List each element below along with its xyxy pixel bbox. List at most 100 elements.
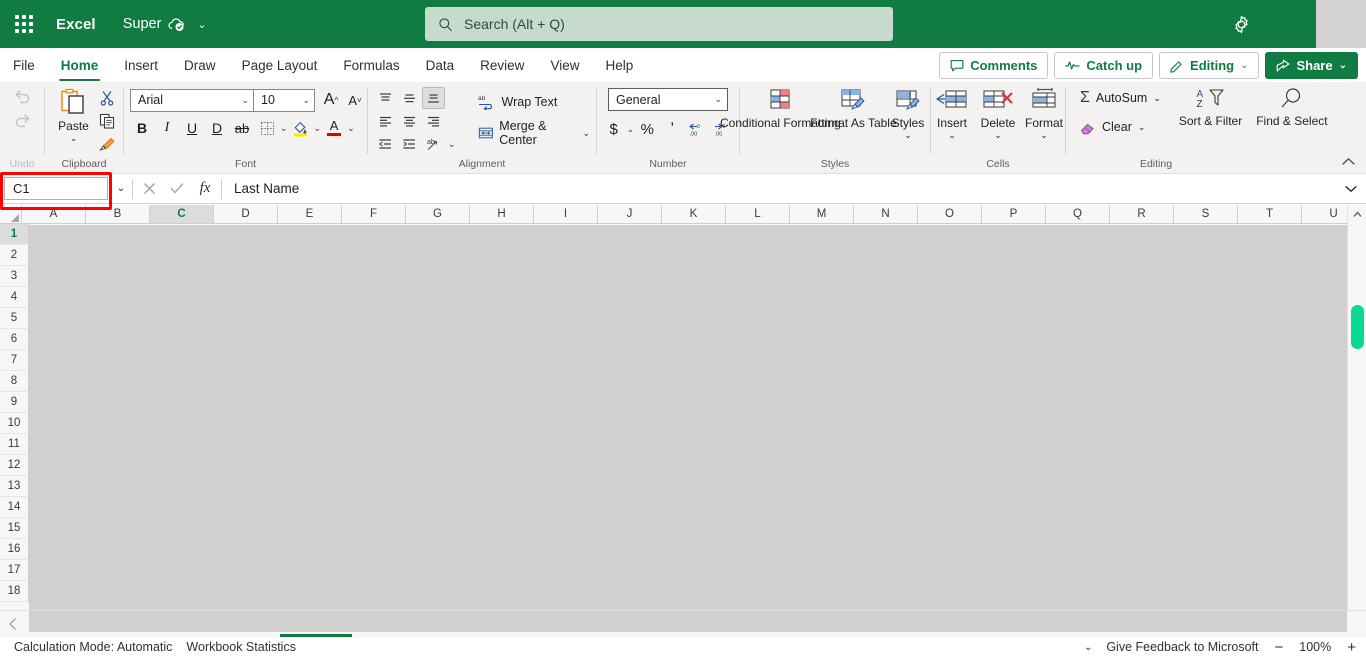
- increase-indent-button[interactable]: [398, 133, 421, 155]
- autosum-button[interactable]: Σ AutoSum ⌄: [1074, 85, 1167, 111]
- copy-button[interactable]: [96, 110, 119, 132]
- column-header-c[interactable]: C: [150, 205, 214, 224]
- bold-button[interactable]: B: [130, 116, 154, 140]
- settings-button[interactable]: [1216, 0, 1266, 48]
- tab-insert[interactable]: Insert: [111, 48, 171, 82]
- zoom-in-button[interactable]: +: [1345, 639, 1358, 656]
- search-input[interactable]: Search (Alt + Q): [425, 7, 893, 41]
- redo-button[interactable]: [11, 109, 34, 131]
- cell-styles-button[interactable]: Styles ⌄: [886, 86, 930, 140]
- column-header-n[interactable]: N: [854, 205, 918, 224]
- column-header-m[interactable]: M: [790, 205, 854, 224]
- name-box-chevron-down-icon[interactable]: ⌄: [112, 183, 130, 194]
- confirm-edit-button[interactable]: [163, 176, 191, 202]
- column-header-p[interactable]: P: [982, 205, 1046, 224]
- feedback-button[interactable]: Give Feedback to Microsoft: [1106, 640, 1258, 654]
- font-size-select[interactable]: 10 ⌄: [253, 88, 315, 112]
- align-bottom-button[interactable]: [422, 87, 445, 109]
- merge-center-button[interactable]: Merge & Center ⌄: [472, 119, 596, 147]
- tab-view[interactable]: View: [537, 48, 592, 82]
- currency-format-button[interactable]: $: [602, 117, 626, 141]
- row-header-16[interactable]: 16: [0, 539, 29, 560]
- row-header-10[interactable]: 10: [0, 413, 29, 434]
- font-color-chevron-down-icon[interactable]: ⌄: [347, 123, 355, 134]
- row-header-17[interactable]: 17: [0, 560, 29, 581]
- row-header-7[interactable]: 7: [0, 350, 29, 371]
- tab-file[interactable]: File: [0, 48, 48, 82]
- column-header-l[interactable]: L: [726, 205, 790, 224]
- row-header-15[interactable]: 15: [0, 518, 29, 539]
- tab-data[interactable]: Data: [413, 48, 468, 82]
- column-header-e[interactable]: E: [278, 205, 342, 224]
- cut-button[interactable]: [96, 87, 119, 109]
- fill-color-button[interactable]: [289, 116, 313, 140]
- row-header-8[interactable]: 8: [0, 371, 29, 392]
- comments-button[interactable]: Comments: [939, 52, 1049, 79]
- currency-chevron-down-icon[interactable]: ⌄: [627, 124, 635, 135]
- cancel-edit-button[interactable]: [135, 176, 163, 202]
- column-header-b[interactable]: B: [86, 205, 150, 224]
- workbook-statistics-button[interactable]: Workbook Statistics: [172, 640, 296, 654]
- row-header-6[interactable]: 6: [0, 329, 29, 350]
- row-header-3[interactable]: 3: [0, 266, 29, 287]
- double-underline-button[interactable]: D: [205, 116, 229, 140]
- column-header-j[interactable]: J: [598, 205, 662, 224]
- italic-button[interactable]: I: [155, 116, 179, 140]
- editing-button[interactable]: Editing ⌄: [1159, 52, 1260, 79]
- orientation-chevron-down-icon[interactable]: ⌄: [448, 139, 456, 150]
- conditional-formatting-button[interactable]: Conditional Formatting: [720, 86, 841, 130]
- status-chevron-down-icon[interactable]: ⌄: [1084, 642, 1092, 653]
- number-format-select[interactable]: General ⌄: [608, 88, 728, 111]
- row-header-1[interactable]: 1: [0, 224, 29, 245]
- row-header-9[interactable]: 9: [0, 392, 29, 413]
- delete-cells-button[interactable]: Delete ⌄: [976, 86, 1020, 140]
- zoom-level-label[interactable]: 100%: [1299, 640, 1331, 654]
- borders-chevron-down-icon[interactable]: ⌄: [280, 123, 288, 134]
- column-header-i[interactable]: I: [534, 205, 598, 224]
- column-header-g[interactable]: G: [406, 205, 470, 224]
- align-left-button[interactable]: [374, 110, 397, 132]
- scroll-up-button[interactable]: [1348, 205, 1366, 224]
- wrap-text-button[interactable]: ab Wrap Text: [472, 89, 596, 115]
- tab-draw[interactable]: Draw: [171, 48, 229, 82]
- row-header-14[interactable]: 14: [0, 497, 29, 518]
- column-header-r[interactable]: R: [1110, 205, 1174, 224]
- format-as-table-button[interactable]: Format As Table: [810, 86, 897, 130]
- grow-font-button[interactable]: A ^: [319, 88, 343, 112]
- column-header-k[interactable]: K: [662, 205, 726, 224]
- decrease-indent-button[interactable]: [374, 133, 397, 155]
- tab-home[interactable]: Home: [48, 48, 112, 82]
- shrink-font-button[interactable]: A ˅: [343, 88, 367, 112]
- row-header-5[interactable]: 5: [0, 308, 29, 329]
- fill-color-chevron-down-icon[interactable]: ⌄: [314, 123, 322, 134]
- column-header-h[interactable]: H: [470, 205, 534, 224]
- name-box[interactable]: C1: [4, 177, 108, 200]
- align-center-button[interactable]: [398, 110, 421, 132]
- expand-formula-bar-button[interactable]: [1336, 185, 1366, 193]
- tab-review[interactable]: Review: [467, 48, 537, 82]
- font-name-select[interactable]: Arial ⌄: [130, 88, 254, 112]
- tab-page-layout[interactable]: Page Layout: [229, 48, 331, 82]
- text-orientation-button[interactable]: ab: [422, 133, 445, 155]
- find-select-button[interactable]: Find & Select: [1250, 85, 1333, 128]
- collapse-ribbon-button[interactable]: [1337, 153, 1360, 171]
- undo-button[interactable]: [11, 85, 34, 107]
- insert-cells-button[interactable]: Insert ⌄: [930, 86, 974, 140]
- title-chevron-down-icon[interactable]: ⌄: [197, 18, 206, 31]
- sort-filter-button[interactable]: A Z Sort & Filter: [1173, 85, 1248, 128]
- paste-button[interactable]: Paste ⌄: [52, 86, 96, 143]
- font-color-button[interactable]: A: [322, 116, 346, 140]
- cloud-saved-icon[interactable]: [168, 17, 185, 32]
- row-header-13[interactable]: 13: [0, 476, 29, 497]
- align-top-button[interactable]: [374, 87, 397, 109]
- vertical-scrollbar[interactable]: [1347, 205, 1366, 630]
- sheet-canvas-overlay[interactable]: [29, 225, 1347, 627]
- column-header-a[interactable]: A: [22, 205, 86, 224]
- previous-sheet-button[interactable]: [0, 611, 26, 637]
- comma-format-button[interactable]: ’: [660, 117, 684, 141]
- app-launcher-button[interactable]: [0, 0, 48, 48]
- formula-input[interactable]: Last Name: [224, 176, 1336, 202]
- align-middle-button[interactable]: [398, 87, 421, 109]
- vertical-scroll-thumb[interactable]: [1351, 305, 1364, 349]
- row-header-12[interactable]: 12: [0, 455, 29, 476]
